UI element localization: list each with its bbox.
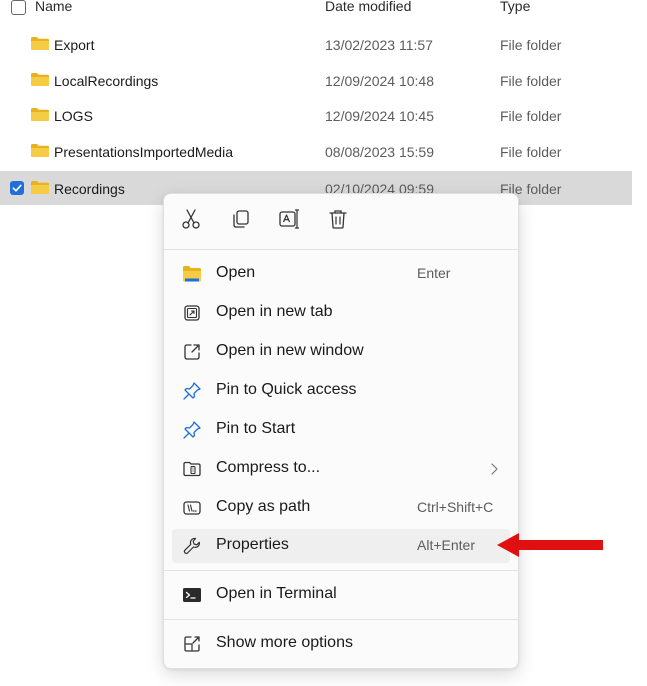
file-name: PresentationsImportedMedia — [54, 144, 233, 160]
rename-icon[interactable] — [277, 207, 301, 231]
menu-item-shortcut: Ctrl+Shift+C — [417, 499, 494, 515]
file-date: 13/02/2023 11:57 — [325, 37, 433, 53]
file-name: LOGS — [54, 108, 93, 124]
file-date: 08/08/2023 15:59 — [325, 144, 434, 160]
table-row[interactable]: LocalRecordings 12/09/2024 10:48 File fo… — [0, 63, 632, 97]
menu-item-open-new-tab[interactable]: Open in new tab — [172, 296, 510, 330]
menu-item-label: Copy as path — [216, 498, 311, 515]
pin-icon — [183, 421, 201, 439]
select-all-checkbox[interactable] — [11, 0, 26, 15]
menu-item-compress[interactable]: Compress to... — [172, 452, 510, 486]
file-date: 12/09/2024 10:45 — [325, 108, 434, 124]
menu-item-label: Compress to... — [216, 459, 321, 476]
cut-icon[interactable] — [179, 207, 203, 231]
menu-item-label: Open — [216, 264, 256, 281]
menu-item-properties[interactable]: Properties Alt+Enter — [172, 529, 510, 563]
column-name-header[interactable]: Name — [35, 0, 72, 14]
pin-icon — [183, 382, 201, 400]
menu-item-shortcut: Alt+Enter — [417, 537, 475, 553]
table-row[interactable]: LOGS 12/09/2024 10:45 File folder — [0, 98, 632, 132]
menu-item-label: Pin to Start — [216, 420, 296, 437]
menu-item-shortcut: Enter — [417, 265, 451, 281]
wrench-icon — [183, 537, 200, 555]
menu-item-label: Show more options — [216, 634, 353, 651]
column-date-header[interactable]: Date modified — [325, 0, 411, 14]
copy-icon[interactable] — [229, 207, 253, 231]
new-window-icon — [184, 344, 200, 360]
copy-path-icon — [183, 501, 201, 515]
file-type: File folder — [500, 73, 562, 89]
table-row[interactable]: Export 13/02/2023 11:57 File folder — [0, 27, 632, 61]
file-name: Export — [54, 37, 95, 53]
file-explorer-view: Name Date modified Type Export 13/02/202… — [0, 0, 647, 686]
folder-open-icon — [183, 266, 201, 282]
context-menu: Open Enter Open in new tab Open in new w… — [163, 193, 519, 669]
menu-item-label: Open in new tab — [216, 303, 333, 320]
menu-item-label: Pin to Quick access — [216, 381, 357, 398]
table-row[interactable]: PresentationsImportedMedia 08/08/2023 15… — [0, 134, 632, 168]
file-type: File folder — [500, 37, 562, 53]
folder-icon — [31, 144, 49, 157]
file-name: Recordings — [54, 181, 125, 197]
column-header: Name Date modified Type — [0, 0, 647, 22]
terminal-icon — [183, 588, 201, 602]
folder-icon — [31, 108, 49, 121]
menu-item-label: Open in new window — [216, 342, 364, 359]
row-checkbox[interactable] — [10, 181, 24, 195]
folder-icon — [31, 37, 49, 50]
menu-item-pin-start[interactable]: Pin to Start — [172, 413, 510, 447]
menu-separator — [164, 249, 518, 250]
folder-icon — [31, 73, 49, 86]
delete-icon[interactable] — [326, 207, 350, 231]
file-date: 12/09/2024 10:48 — [325, 73, 434, 89]
menu-item-label: Properties — [216, 536, 289, 553]
menu-item-open-new-window[interactable]: Open in new window — [172, 335, 510, 369]
menu-item-open-terminal[interactable]: Open in Terminal — [172, 578, 510, 612]
more-options-icon — [184, 636, 200, 652]
menu-item-open[interactable]: Open Enter — [172, 257, 510, 291]
checkmark-icon — [12, 184, 22, 192]
menu-item-label: Open in Terminal — [216, 585, 337, 602]
file-name: LocalRecordings — [54, 73, 159, 89]
column-type-header[interactable]: Type — [500, 0, 530, 14]
folder-icon — [31, 181, 49, 194]
archive-icon — [183, 461, 201, 477]
new-tab-icon — [184, 305, 200, 321]
quick-actions-bar — [164, 194, 518, 248]
menu-item-copy-as-path[interactable]: Copy as path Ctrl+Shift+C — [172, 491, 510, 525]
red-arrow-annotation — [497, 533, 603, 557]
file-type: File folder — [500, 144, 562, 160]
menu-separator — [164, 570, 518, 571]
file-type: File folder — [500, 108, 562, 124]
chevron-right-icon — [491, 463, 498, 475]
menu-item-show-more-options[interactable]: Show more options — [172, 627, 510, 661]
menu-separator — [164, 619, 518, 620]
menu-item-pin-quick-access[interactable]: Pin to Quick access — [172, 374, 510, 408]
